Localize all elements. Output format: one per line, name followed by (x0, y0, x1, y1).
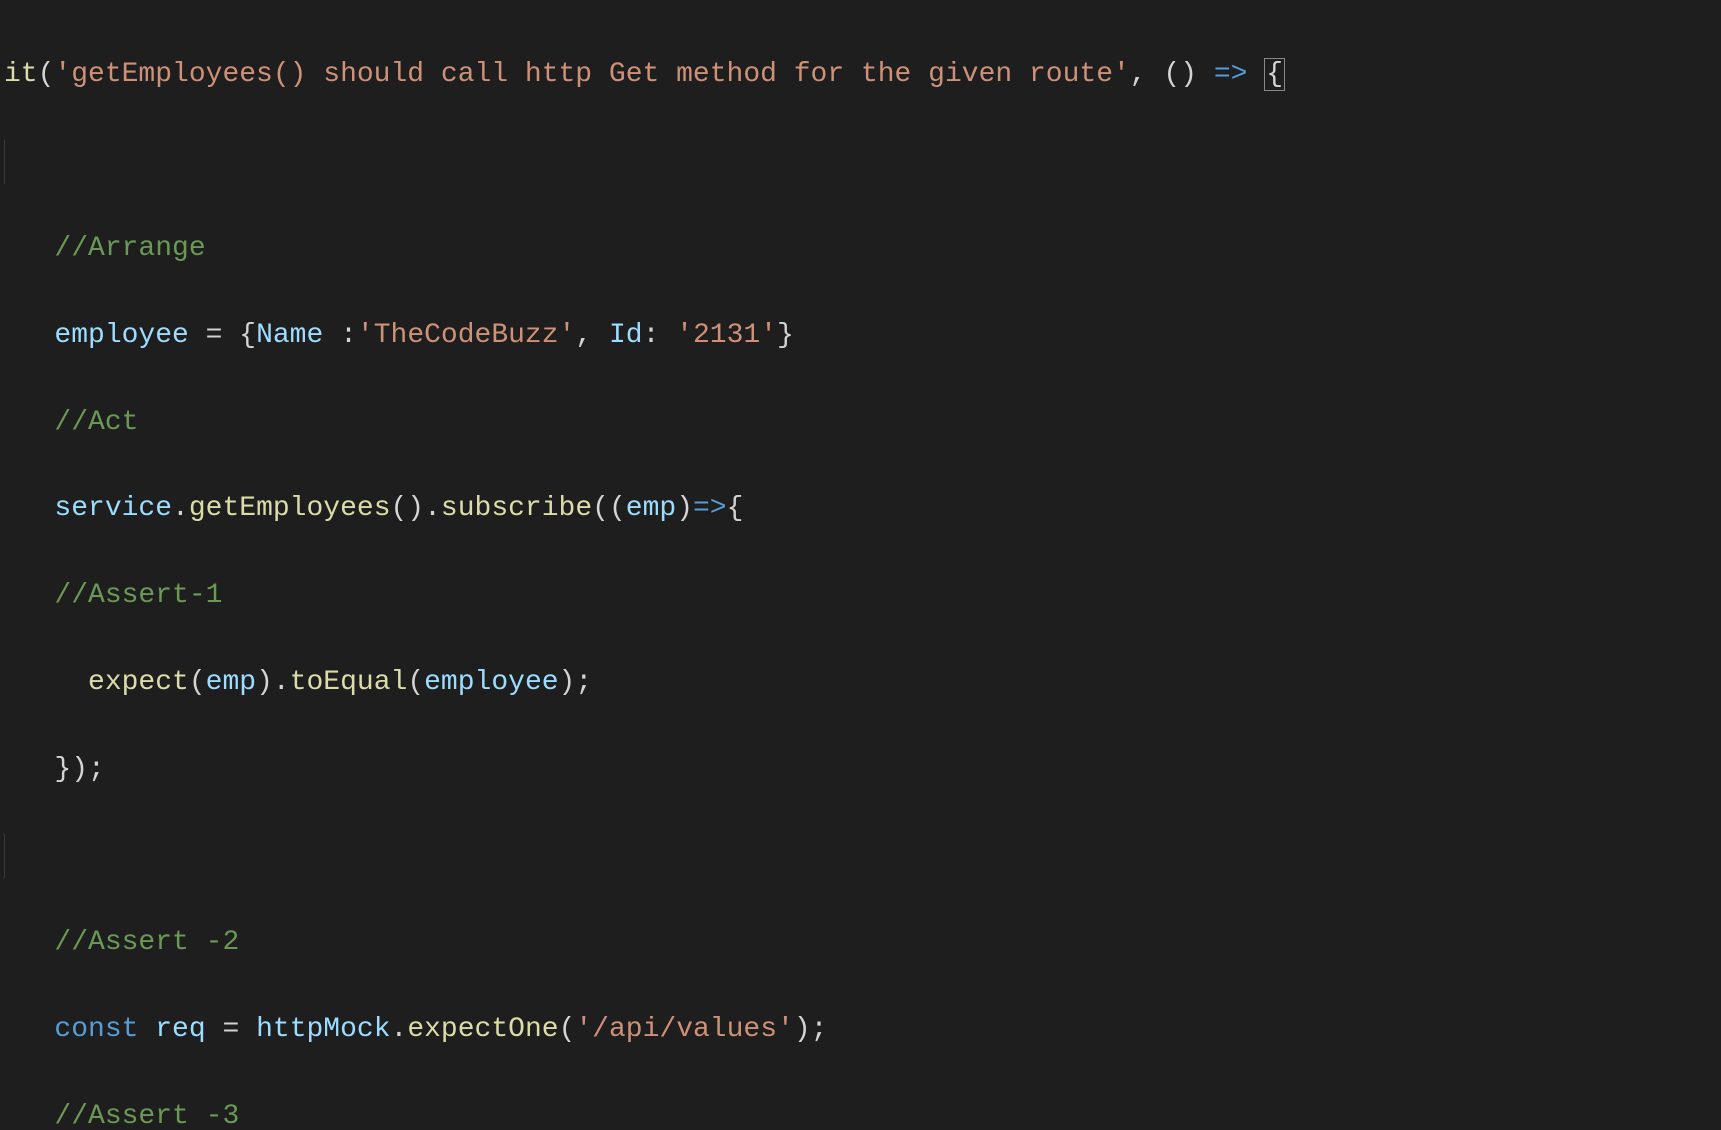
token-string: '2131' (676, 320, 777, 351)
token-function: expect (88, 667, 189, 698)
token-comment: //Assert-1 (54, 580, 222, 611)
token-keyword: const (54, 1014, 138, 1045)
code-line: }); (4, 748, 1721, 791)
token-comment: //Assert -3 (54, 1101, 239, 1130)
code-line (4, 834, 1721, 877)
token-variable: req (155, 1014, 205, 1045)
token-arrow: => (693, 493, 727, 524)
code-line: service.getEmployees().subscribe((emp)=>… (4, 487, 1721, 530)
token-arrow: => (1214, 59, 1248, 90)
token-string: 'TheCodeBuzz' (357, 320, 575, 351)
token-comment: //Assert -2 (54, 927, 239, 958)
token-property: Id (609, 320, 643, 351)
code-line: //Assert-1 (4, 574, 1721, 617)
code-line (4, 140, 1721, 183)
code-line: expect(emp).toEqual(employee); (4, 661, 1721, 704)
matched-bracket-icon: { (1264, 58, 1285, 91)
token-string: '/api/values' (575, 1014, 793, 1045)
token-comment: //Act (54, 407, 138, 438)
code-line: //Assert -3 (4, 1095, 1721, 1130)
token-string: 'getEmployees() should call http Get met… (54, 59, 1129, 90)
code-line: //Assert -2 (4, 921, 1721, 964)
code-line: employee = {Name :'TheCodeBuzz', Id: '21… (4, 314, 1721, 357)
token-variable: employee (424, 667, 558, 698)
code-line: const req = httpMock.expectOne('/api/val… (4, 1008, 1721, 1051)
token-variable: service (54, 493, 172, 524)
code-line: //Act (4, 401, 1721, 444)
token-property: Name (256, 320, 323, 351)
token-variable: emp (206, 667, 256, 698)
token-function: it (4, 59, 38, 90)
token-variable: httpMock (256, 1014, 390, 1045)
token-function: subscribe (441, 493, 592, 524)
token-function: toEqual (290, 667, 408, 698)
code-line: it('getEmployees() should call http Get … (4, 53, 1721, 96)
code-line: //Arrange (4, 227, 1721, 270)
code-editor[interactable]: it('getEmployees() should call http Get … (0, 0, 1721, 1130)
token-param: emp (626, 493, 676, 524)
token-comment: //Arrange (54, 233, 205, 264)
token-function: expectOne (407, 1014, 558, 1045)
token-variable: employee (54, 320, 188, 351)
token-function: getEmployees (189, 493, 391, 524)
